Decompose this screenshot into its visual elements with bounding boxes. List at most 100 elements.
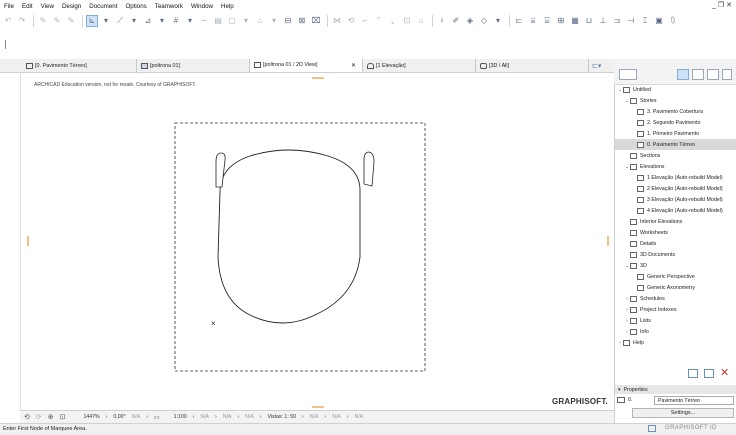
line-icon[interactable]: ∼ [198,15,210,27]
chevron-right-icon[interactable]: › [260,414,262,420]
organizer-icon[interactable]: ⌶ [639,15,651,27]
tab-list-icon[interactable]: ⊏▾ [592,62,601,70]
vistas-value[interactable]: Vistas: 1: 50 [268,414,296,420]
move-icon[interactable]: ⋈ [331,15,343,27]
elevation-icon[interactable]: ⌸ [541,15,553,27]
tree-item[interactable]: › Lists [615,315,736,326]
chevron-right-icon[interactable]: › [215,414,217,420]
graphisoft-id-label[interactable]: GRAPHISOFT ID [665,425,717,431]
suspend-groups-icon[interactable]: ⊟ [282,15,294,27]
offset-icon[interactable]: ⌜ [373,15,385,27]
lock-icon[interactable]: ⌂ [254,15,266,27]
snap-point-icon[interactable]: ⊿ [142,15,154,27]
layer-icon[interactable]: ▤ [212,15,224,27]
tab-3d-all[interactable]: [3D / All] [476,59,589,72]
zoom-fit-icon[interactable]: ⊡ [60,413,66,421]
undo-view-icon[interactable]: ⟲ [24,413,30,421]
menu-window[interactable]: Window [187,3,217,10]
graphisoft-id-icon[interactable] [648,425,656,432]
tree-item[interactable]: ⌄ 3D [615,260,736,271]
redo-view-icon[interactable]: ⟳ [36,413,42,421]
tree-item[interactable]: 2 Elevação (Auto-rebuild Model) [615,183,736,194]
tree-item[interactable]: Generic Perspective [615,271,736,282]
floor-plan-icon[interactable]: ⊏ [513,15,525,27]
menu-design[interactable]: Design [58,3,85,10]
worksheet-icon[interactable]: ⊞ [555,15,567,27]
rotate-icon[interactable]: ⟲ [345,15,357,27]
teamwork-icon[interactable]: ▣ [653,15,665,27]
align-icon[interactable]: ⊠ [296,15,308,27]
navigator-options-icon[interactable] [619,69,637,80]
close-icon[interactable]: ✕ [351,62,356,69]
menu-help[interactable]: Help [217,3,238,10]
tree-item[interactable]: Sections [615,150,736,161]
section-icon[interactable]: ⩸ [527,15,539,27]
properties-header[interactable]: ▾ Properties [615,385,736,394]
chevron-right-icon[interactable]: › [302,414,304,420]
document-icon[interactable]: ⊥ [597,15,609,27]
zoom-level[interactable]: 1447% [84,414,100,420]
menu-file[interactable]: File [0,3,18,10]
project-map-icon[interactable] [677,69,689,80]
snap-icon[interactable]: ⊾ [86,14,98,27]
table-icon[interactable]: ▦ [569,15,581,27]
tree-item[interactable]: 0. Pavimento Térreo [615,139,736,150]
eyedropper-icon[interactable]: ⟊ [436,15,448,27]
publish-icon[interactable]: ⊣ [625,15,637,27]
menu-view[interactable]: View [37,3,58,10]
detail-icon[interactable]: ⊔ [583,15,595,27]
tree-item[interactable]: ⌄ Elevations [615,161,736,172]
layout-book-icon[interactable] [707,69,719,80]
scale-value[interactable]: 1:100 [174,414,187,420]
grid-icon[interactable]: # [170,15,182,27]
pencil-icon[interactable]: ✎ [37,15,49,27]
undo-icon[interactable]: ↶ [2,15,14,27]
tree-item[interactable]: 3D Documents [615,249,736,260]
adjust-icon[interactable]: ⌂ [415,15,427,27]
tree-item[interactable]: ⌄ Untitled [615,84,736,95]
chevron-down-icon[interactable]: ▾ [156,15,168,27]
tree-item[interactable]: Interior Elevations [615,216,736,227]
tree-item[interactable]: › Help [615,337,736,348]
chevron-right-icon[interactable]: › [106,414,108,420]
window-controls[interactable]: _ ❐ ✕ [712,1,732,9]
rectangle-icon[interactable]: ▢ [226,15,238,27]
chevron-down-icon[interactable]: ▾ [184,15,196,27]
menu-teamwork[interactable]: Teamwork [151,3,187,10]
chevron-right-icon[interactable]: › [237,414,239,420]
story-name-field[interactable]: Pavimento Térreo [654,396,734,405]
tree-item[interactable]: Worksheets [615,227,736,238]
tree-item[interactable]: Details [615,238,736,249]
mirror-icon[interactable]: ⌧ [310,15,322,27]
guide-line-icon[interactable]: ⟋ [114,15,126,27]
3d-view-icon[interactable]: ◈ [464,15,476,27]
clone-view-icon[interactable] [704,369,714,378]
chevron-down-icon[interactable]: ▾ [268,15,280,27]
tab-elevation[interactable]: [1 Elevação] [363,59,476,72]
collaboration-icon[interactable]: ⩇ [667,15,679,27]
chevron-down-icon[interactable]: ▾ [240,15,252,27]
delete-icon[interactable]: ✕ [720,368,729,379]
info-box-handle[interactable] [5,40,6,49]
split-icon[interactable]: ⊡ [401,15,413,27]
chevron-right-icon[interactable]: › [347,414,349,420]
tree-item[interactable]: › Info [615,326,736,337]
pencil-icon[interactable]: ✎ [51,15,63,27]
chevron-down-icon[interactable]: ▾ [128,15,140,27]
tree-item[interactable]: › Schedules [615,293,736,304]
menu-document[interactable]: Document [85,3,121,10]
tree-item[interactable]: Generic Axonometry [615,282,736,293]
tab-poltrona-2d-view[interactable]: [poltrona 01 / 2D View] ✕ [250,59,363,72]
fillet-icon[interactable]: ⌞ [387,15,399,27]
chevron-down-icon[interactable]: ▾ [100,15,112,27]
tree-item[interactable]: 1 Elevação (Auto-rebuild Model) [615,172,736,183]
tab-poltrona[interactable]: [poltrona 01] [137,59,250,72]
redo-icon[interactable]: ↷ [16,15,28,27]
settings-button[interactable]: Settings... [632,408,734,418]
publisher-icon[interactable] [722,69,732,80]
chevron-right-icon[interactable]: › [324,414,326,420]
menu-options[interactable]: Options [121,3,150,10]
new-view-icon[interactable] [688,369,698,378]
angle-value[interactable]: 0,00° [113,414,125,420]
pencil-icon[interactable]: ✎ [65,15,77,27]
